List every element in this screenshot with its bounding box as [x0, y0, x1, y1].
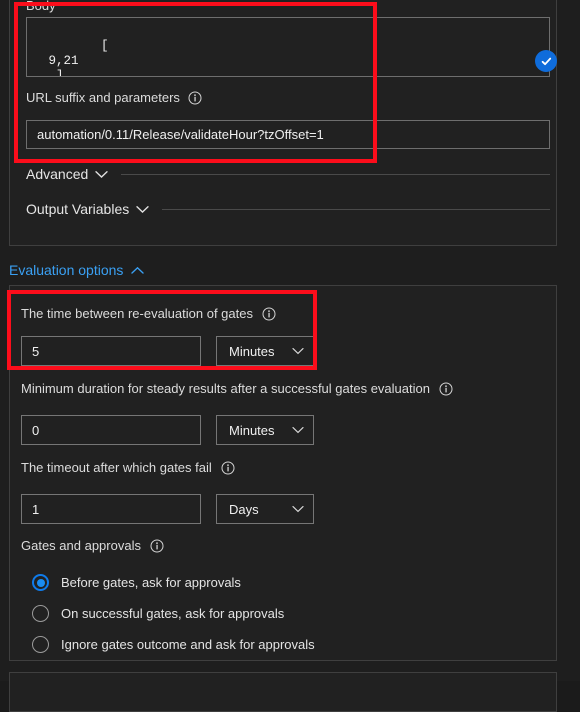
- section-output-variables[interactable]: Output Variables: [26, 201, 550, 217]
- radio-option-label: On successful gates, ask for approvals: [61, 606, 285, 621]
- gates-and-approvals-label-text: Gates and approvals: [21, 538, 141, 553]
- minimum-duration-unit-value: Minutes: [229, 422, 275, 438]
- url-suffix-input-value: automation/0.11/Release/validateHour?tzO…: [37, 127, 324, 142]
- re-evaluation-time-value: 5: [32, 343, 40, 359]
- release-gates-config-pane: Body [ 9,21 ] URL suffix and parameters: [0, 0, 580, 712]
- info-icon[interactable]: [221, 461, 235, 475]
- minimum-duration-unit-select[interactable]: Minutes: [216, 415, 314, 445]
- info-icon[interactable]: [439, 382, 453, 396]
- info-icon[interactable]: [262, 307, 276, 321]
- body-field-label: Body: [26, 0, 56, 14]
- chevron-down-icon[interactable]: [95, 170, 108, 179]
- timeout-label: The timeout after which gates fail: [21, 460, 235, 475]
- radio-option-before-gates[interactable]: Before gates, ask for approvals: [32, 574, 241, 591]
- url-suffix-label-text: URL suffix and parameters: [26, 90, 180, 105]
- section-divider: [121, 173, 550, 175]
- radio-indicator[interactable]: [32, 574, 49, 591]
- radio-option-ignore-gates-outcome[interactable]: Ignore gates outcome and ask for approva…: [32, 636, 315, 653]
- next-section-panel: [9, 672, 557, 712]
- chevron-down-icon[interactable]: [292, 347, 304, 355]
- evaluation-options-label: Evaluation options: [9, 262, 124, 278]
- minimum-duration-label: Minimum duration for steady results afte…: [21, 381, 453, 396]
- chevron-down-icon[interactable]: [292, 426, 304, 434]
- chevron-up-icon[interactable]: [131, 266, 145, 275]
- url-suffix-input[interactable]: automation/0.11/Release/validateHour?tzO…: [26, 120, 550, 149]
- info-icon[interactable]: [150, 539, 164, 553]
- task-settings-panel: Body [ 9,21 ] URL suffix and parameters: [9, 0, 557, 246]
- radio-option-on-successful-gates[interactable]: On successful gates, ask for approvals: [32, 605, 284, 622]
- re-evaluation-time-label: The time between re-evaluation of gates: [21, 306, 276, 321]
- timeout-unit-value: Days: [229, 501, 259, 517]
- url-suffix-label: URL suffix and parameters: [26, 90, 202, 106]
- radio-option-label: Ignore gates outcome and ask for approva…: [61, 637, 315, 652]
- body-textarea[interactable]: [ 9,21 ]: [26, 17, 550, 77]
- info-icon[interactable]: [188, 91, 202, 105]
- body-label-text: Body: [26, 0, 56, 13]
- minimum-duration-label-text: Minimum duration for steady results afte…: [21, 381, 430, 396]
- body-validation-check-icon: [535, 50, 557, 72]
- radio-option-label: Before gates, ask for approvals: [61, 575, 241, 590]
- chevron-down-icon[interactable]: [136, 205, 149, 214]
- timeout-input[interactable]: 1: [21, 494, 201, 524]
- re-evaluation-time-unit-value: Minutes: [229, 343, 275, 359]
- timeout-value: 1: [32, 501, 40, 517]
- evaluation-options-header[interactable]: Evaluation options: [9, 262, 145, 278]
- re-evaluation-time-label-text: The time between re-evaluation of gates: [21, 306, 253, 321]
- minimum-duration-input[interactable]: 0: [21, 415, 201, 445]
- timeout-unit-select[interactable]: Days: [216, 494, 314, 524]
- evaluation-options-panel: The time between re-evaluation of gates …: [9, 285, 557, 661]
- re-evaluation-time-unit-select[interactable]: Minutes: [216, 336, 314, 366]
- body-textarea-value: [ 9,21 ]: [48, 39, 109, 77]
- minimum-duration-value: 0: [32, 422, 40, 438]
- section-advanced[interactable]: Advanced: [26, 166, 550, 182]
- re-evaluation-time-input[interactable]: 5: [21, 336, 201, 366]
- chevron-down-icon[interactable]: [292, 505, 304, 513]
- section-output-variables-label: Output Variables: [26, 201, 130, 217]
- section-divider: [162, 208, 550, 210]
- gates-and-approvals-label: Gates and approvals: [21, 538, 164, 553]
- section-advanced-label: Advanced: [26, 166, 89, 182]
- timeout-label-text: The timeout after which gates fail: [21, 460, 212, 475]
- radio-indicator[interactable]: [32, 605, 49, 622]
- radio-indicator[interactable]: [32, 636, 49, 653]
